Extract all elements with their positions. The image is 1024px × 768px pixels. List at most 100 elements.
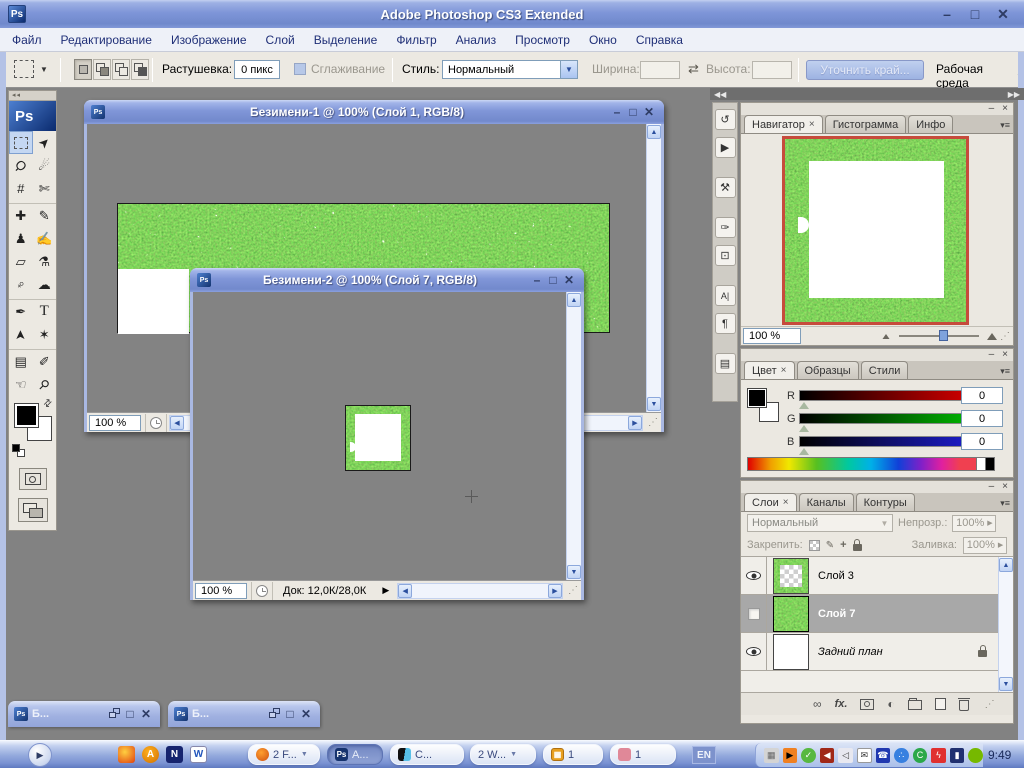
tab-styles[interactable]: Стили [860, 361, 909, 379]
scroll-down-icon[interactable]: ▼ [567, 565, 581, 579]
tray-volume-icon[interactable]: ◀ [819, 747, 835, 763]
new-selection-button[interactable] [74, 59, 92, 80]
white-swatch[interactable] [976, 458, 985, 470]
restore-icon[interactable] [106, 707, 122, 721]
height-input[interactable] [752, 61, 792, 79]
panel-menu-icon[interactable]: ▾≡ [1000, 366, 1010, 377]
tab-swatches[interactable]: Образцы [796, 361, 859, 379]
menu-filter[interactable]: Фильтр [396, 33, 436, 47]
layer-thumbnail[interactable] [773, 557, 809, 594]
panel-menu-icon[interactable]: ▾≡ [1000, 498, 1010, 509]
restore-icon[interactable] [266, 707, 282, 721]
maximize-icon[interactable]: □ [122, 707, 138, 721]
swap-dimensions-icon[interactable]: ⇄ [688, 61, 699, 77]
doc1-zoom-field[interactable]: 100 % [89, 414, 141, 431]
doc2-canvas[interactable] [345, 405, 411, 471]
clone-stamp-tool[interactable]: ♟ [9, 227, 33, 250]
doc2-maximize-icon[interactable]: □ [545, 273, 561, 287]
workspace-menu[interactable]: Рабочая среда ▼ [936, 62, 1024, 90]
expand-dock-icon[interactable]: ▶▶ [1008, 90, 1020, 99]
tray-check-icon[interactable]: ✓ [801, 747, 816, 763]
scroll-up-icon[interactable]: ▲ [999, 558, 1013, 572]
doc2-minimize-icon[interactable]: – [529, 273, 545, 287]
delete-layer-icon[interactable] [957, 698, 970, 711]
doc2-close-icon[interactable]: ✕ [561, 273, 577, 287]
tray-lightning-icon[interactable]: ϟ [931, 747, 946, 763]
menu-edit[interactable]: Редактирование [61, 33, 152, 47]
width-input[interactable] [640, 61, 680, 79]
panel-menu-icon[interactable]: ▾≡ [1000, 120, 1010, 131]
eyedropper-tool[interactable]: ✐ [33, 350, 57, 373]
color-spectrum-ramp[interactable] [747, 457, 995, 471]
slice-tool[interactable]: ✄ [33, 177, 57, 200]
shape-tool[interactable]: ✶ [33, 323, 57, 346]
marquee-tool[interactable] [9, 131, 33, 154]
character-panel-button[interactable]: A| [714, 285, 736, 306]
new-layer-icon[interactable] [934, 698, 946, 710]
tray-green-icon[interactable] [968, 747, 983, 763]
menu-analysis[interactable]: Анализ [456, 33, 497, 47]
zoom-in-icon[interactable] [987, 332, 997, 340]
toolbox-grip[interactable]: ◂◂ [9, 91, 56, 101]
layer-row-1[interactable]: Слой 3 [741, 557, 1013, 595]
style-select[interactable]: Нормальный ▼ [442, 60, 578, 79]
tab-layers[interactable]: Слои × [744, 493, 797, 511]
close-icon[interactable]: ✕ [994, 6, 1012, 23]
doc2-title-bar[interactable]: Ps Безимени-2 @ 100% (Слой 7, RGB/8) – □… [190, 268, 584, 292]
resize-grip[interactable]: ⋰ [648, 417, 658, 428]
minimize-icon[interactable]: – [938, 6, 956, 23]
version-cue-button[interactable] [251, 581, 273, 600]
subtract-selection-button[interactable] [112, 59, 130, 80]
navigator-zoom-slider[interactable] [899, 330, 979, 341]
layer-thumbnail[interactable] [773, 595, 809, 632]
doc1-title-bar[interactable]: Ps Безимени-1 @ 100% (Слой 1, RGB/8) – □… [84, 100, 664, 124]
lasso-tool[interactable]: Ϙ [9, 154, 33, 177]
doc2-zoom-field[interactable]: 100 % [195, 582, 247, 599]
history-brush-tool[interactable]: ✍ [33, 227, 57, 250]
tab-color[interactable]: Цвет × [744, 361, 795, 379]
resize-grip[interactable]: ⋰ [568, 585, 578, 596]
doc1-vertical-scrollbar[interactable]: ▲ ▼ [646, 124, 661, 412]
black-swatch[interactable] [985, 458, 994, 470]
history-panel-button[interactable]: ↺ [714, 109, 736, 130]
foreground-color-swatch[interactable] [14, 403, 39, 428]
menu-image[interactable]: Изображение [171, 33, 247, 47]
doc1-close-icon[interactable]: ✕ [641, 105, 657, 119]
lock-position-icon[interactable]: + [840, 539, 846, 551]
close-icon[interactable]: ✕ [138, 707, 154, 721]
tray-speaker-icon[interactable]: ◁ [838, 747, 853, 763]
tray-torrent-icon[interactable]: ∴ [894, 747, 909, 763]
default-colors-icon[interactable] [12, 444, 25, 457]
tab-channels[interactable]: Каналы [798, 493, 854, 511]
layer-row-2[interactable]: Слой 7 [741, 595, 1013, 633]
scroll-down-icon[interactable]: ▼ [647, 397, 661, 411]
hand-tool[interactable]: ☜ [9, 373, 33, 396]
feather-input[interactable]: 0 пикс [234, 60, 280, 79]
link-layers-icon[interactable]: ∞ [813, 697, 822, 711]
task-c[interactable]: C... [390, 744, 464, 765]
panel-close-icon[interactable]: × [1002, 350, 1008, 360]
scroll-left-icon[interactable]: ◀ [398, 583, 413, 598]
spectrum-gradient[interactable] [748, 458, 976, 470]
actions-panel-button[interactable]: ▶ [714, 137, 736, 158]
doc2-vertical-scrollbar[interactable]: ▲ ▼ [566, 292, 581, 580]
tab-close-icon[interactable]: × [809, 119, 815, 130]
quick-launch-word-icon[interactable]: W [190, 746, 207, 763]
tab-histogram[interactable]: Гистограмма [824, 115, 907, 133]
layers-scrollbar[interactable]: ▲ ▼ [998, 557, 1013, 692]
tray-cleaner-icon[interactable]: C [912, 747, 928, 763]
current-tool-preview[interactable]: ▼ [14, 60, 48, 78]
quick-launch-a-icon[interactable]: A [142, 746, 159, 763]
fill-field[interactable]: 100% ▶ [963, 536, 1007, 554]
move-tool[interactable]: ➤ [33, 131, 57, 154]
eraser-tool[interactable]: ▱ [9, 250, 33, 273]
quick-launch-n-icon[interactable]: N [166, 746, 183, 763]
menu-file[interactable]: Файл [12, 33, 42, 47]
panel-minimize-icon[interactable]: – [989, 104, 995, 114]
layer-row-3[interactable]: Задний план [741, 633, 1013, 671]
tab-close-icon[interactable]: × [783, 497, 789, 508]
scroll-down-icon[interactable]: ▼ [999, 677, 1013, 691]
clone-source-panel-button[interactable]: ⊡ [714, 245, 736, 266]
tray-mail-icon[interactable]: ✉ [856, 747, 872, 763]
tray-grid-icon[interactable]: ▦ [764, 747, 779, 763]
